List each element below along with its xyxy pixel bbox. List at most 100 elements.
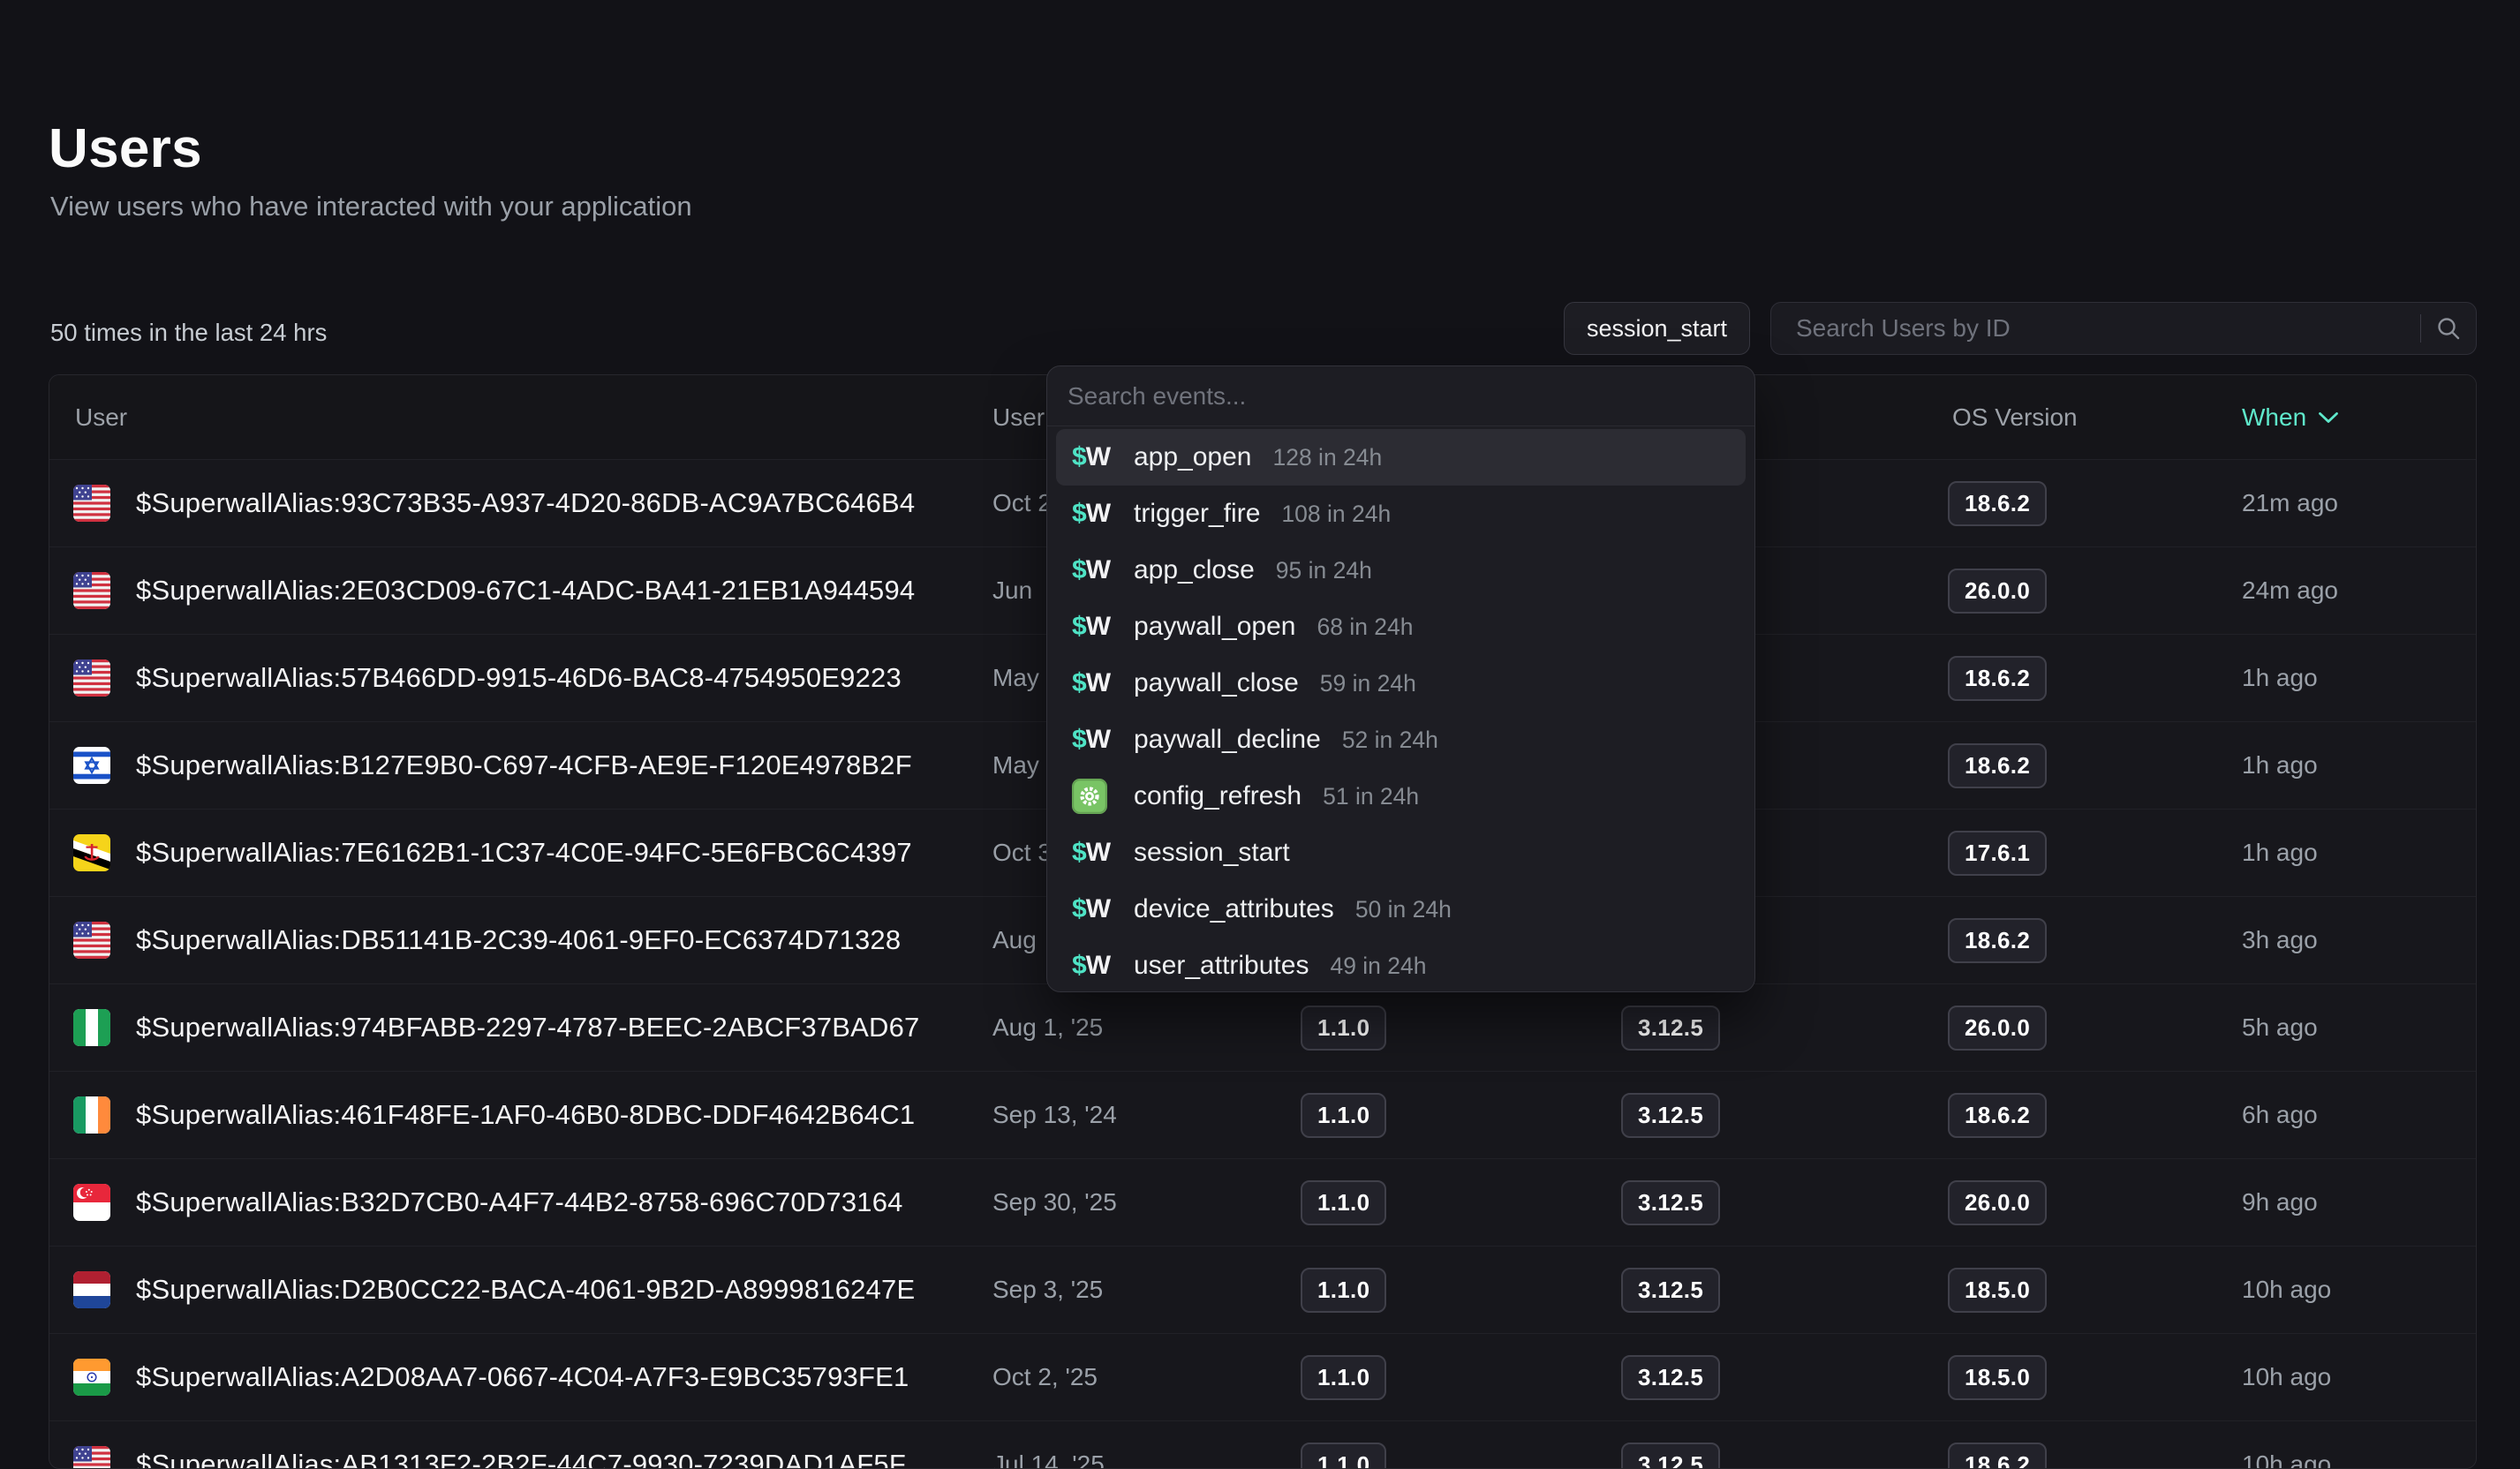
event-option-config_refresh[interactable]: config_refresh51 in 24h [1056, 768, 1746, 825]
country-flag-ie-icon [73, 1096, 110, 1134]
app-version-badge: 3.12.5 [1621, 1355, 1720, 1400]
superwall-icon-wrap: $W [1072, 838, 1113, 868]
when-cell: 1h ago [2242, 751, 2476, 780]
user-created-date: Jun [992, 576, 1032, 604]
app-version-cell: 3.12.5 [1621, 1180, 1948, 1225]
superwall-event-icon: $W [1072, 725, 1110, 755]
table-row[interactable]: $SuperwallAlias:AB1313F2-2B2F-44C7-9930-… [49, 1420, 2476, 1469]
user-id: $SuperwallAlias:B127E9B0-C697-4CFB-AE9E-… [136, 750, 912, 781]
last-seen: 21m ago [2242, 489, 2338, 516]
last-seen: 3h ago [2242, 926, 2318, 953]
when-cell: 10h ago [2242, 1450, 2476, 1469]
user-cell: $SuperwallAlias:A2D08AA7-0667-4C04-A7F3-… [49, 1359, 992, 1396]
os-version-badge: 18.6.2 [1948, 743, 2047, 788]
country-flag-ng-icon [73, 1009, 110, 1046]
user-cell: $SuperwallAlias:B127E9B0-C697-4CFB-AE9E-… [49, 747, 992, 784]
superwall-icon-wrap: $W [1072, 499, 1113, 529]
user-id: $SuperwallAlias:AB1313F2-2B2F-44C7-9930-… [136, 1449, 906, 1469]
table-row[interactable]: $SuperwallAlias:974BFABB-2297-4787-BEEC-… [49, 983, 2476, 1071]
event-name: paywall_close [1134, 668, 1299, 698]
user-created-date: Oct 3 [992, 839, 1052, 866]
last-seen: 24m ago [2242, 576, 2338, 604]
event-option-paywall_close[interactable]: $Wpaywall_close59 in 24h [1056, 655, 1746, 712]
event-option-device_attributes[interactable]: $Wdevice_attributes50 in 24h [1056, 881, 1746, 938]
os-version-badge: 18.5.0 [1948, 1268, 2047, 1313]
event-count: 49 in 24h [1330, 953, 1426, 980]
column-header-when[interactable]: When [2242, 403, 2476, 432]
event-option-user_attributes[interactable]: $Wuser_attributes49 in 24h [1056, 938, 1746, 992]
country-flag-il-icon [73, 747, 110, 784]
superwall-event-icon: $W [1072, 951, 1110, 981]
event-name: paywall_decline [1134, 725, 1321, 755]
user-cell: $SuperwallAlias:2E03CD09-67C1-4ADC-BA41-… [49, 572, 992, 609]
when-cell: 21m ago [2242, 489, 2476, 517]
user-id: $SuperwallAlias:974BFABB-2297-4787-BEEC-… [136, 1012, 919, 1043]
user-id: $SuperwallAlias:A2D08AA7-0667-4C04-A7F3-… [136, 1361, 909, 1393]
sdk-version-badge: 1.1.0 [1301, 1006, 1386, 1051]
os-version-cell: 18.5.0 [1948, 1268, 2242, 1313]
user-search-box [1770, 302, 2477, 355]
user-created-cell: Aug 1, '25 [992, 1013, 1301, 1042]
country-flag-us-icon [73, 572, 110, 609]
country-flag-bn-icon [73, 834, 110, 871]
event-name: trigger_fire [1134, 499, 1260, 529]
events-dropdown: $Wapp_open128 in 24h$Wtrigger_fire108 in… [1046, 365, 1755, 992]
os-version-cell: 26.0.0 [1948, 569, 2242, 614]
when-cell: 9h ago [2242, 1188, 2476, 1217]
when-cell: 24m ago [2242, 576, 2476, 605]
event-name: config_refresh [1134, 781, 1301, 811]
user-created-date: May [992, 664, 1039, 691]
user-cell: $SuperwallAlias:974BFABB-2297-4787-BEEC-… [49, 1009, 992, 1046]
user-cell: $SuperwallAlias:57B466DD-9915-46D6-BAC8-… [49, 659, 992, 697]
user-id: $SuperwallAlias:2E03CD09-67C1-4ADC-BA41-… [136, 575, 915, 606]
event-option-session_start[interactable]: $W session_start [1056, 825, 1746, 881]
last-seen: 10h ago [2242, 1363, 2331, 1390]
event-option-app_close[interactable]: $Wapp_close95 in 24h [1056, 542, 1746, 599]
app-version-cell: 3.12.5 [1621, 1355, 1948, 1400]
superwall-icon-wrap: $W [1072, 612, 1113, 642]
event-name: session_start [1134, 838, 1290, 868]
event-filter-button[interactable]: session_start [1564, 302, 1750, 355]
os-version-cell: 18.6.2 [1948, 656, 2242, 701]
app-version-badge: 3.12.5 [1621, 1268, 1720, 1313]
event-count: 59 in 24h [1320, 670, 1416, 697]
sdk-version-badge: 1.1.0 [1301, 1268, 1386, 1313]
search-events-input[interactable] [1047, 366, 1754, 426]
table-row[interactable]: $SuperwallAlias:B32D7CB0-A4F7-44B2-8758-… [49, 1158, 2476, 1246]
when-cell: 1h ago [2242, 664, 2476, 692]
event-option-app_open[interactable]: $Wapp_open128 in 24h [1056, 429, 1746, 486]
user-id: $SuperwallAlias:93C73B35-A937-4D20-86DB-… [136, 487, 915, 519]
user-cell: $SuperwallAlias:B32D7CB0-A4F7-44B2-8758-… [49, 1184, 992, 1221]
events-list: $Wapp_open128 in 24h$Wtrigger_fire108 in… [1047, 426, 1754, 992]
os-version-cell: 26.0.0 [1948, 1006, 2242, 1051]
table-row[interactable]: $SuperwallAlias:461F48FE-1AF0-46B0-8DBC-… [49, 1071, 2476, 1158]
user-id: $SuperwallAlias:DB51141B-2C39-4061-9EF0-… [136, 924, 901, 956]
superwall-event-icon: $W [1072, 555, 1110, 585]
os-version-cell: 18.6.2 [1948, 1443, 2242, 1469]
user-id: $SuperwallAlias:D2B0CC22-BACA-4061-9B2D-… [136, 1274, 915, 1306]
superwall-icon-wrap: $W [1072, 894, 1113, 924]
event-option-paywall_decline[interactable]: $Wpaywall_decline52 in 24h [1056, 712, 1746, 768]
when-cell: 10h ago [2242, 1363, 2476, 1391]
user-created-cell: Jul 14, '25 [992, 1450, 1301, 1469]
event-name: app_close [1134, 555, 1255, 585]
os-version-badge: 18.5.0 [1948, 1355, 2047, 1400]
last-seen: 1h ago [2242, 751, 2318, 779]
table-row[interactable]: $SuperwallAlias:D2B0CC22-BACA-4061-9B2D-… [49, 1246, 2476, 1333]
app-version-cell: 3.12.5 [1621, 1443, 1948, 1469]
search-icon[interactable] [2421, 315, 2476, 342]
search-users-input[interactable] [1771, 303, 2420, 354]
when-label: When [2242, 403, 2306, 432]
user-cell: $SuperwallAlias:AB1313F2-2B2F-44C7-9930-… [49, 1446, 992, 1469]
sdk-version-cell: 1.1.0 [1301, 1443, 1621, 1469]
sdk-version-cell: 1.1.0 [1301, 1355, 1621, 1400]
event-option-paywall_open[interactable]: $Wpaywall_open68 in 24h [1056, 599, 1746, 655]
event-option-trigger_fire[interactable]: $Wtrigger_fire108 in 24h [1056, 486, 1746, 542]
os-version-badge: 18.6.2 [1948, 1093, 2047, 1138]
table-row[interactable]: $SuperwallAlias:A2D08AA7-0667-4C04-A7F3-… [49, 1333, 2476, 1420]
when-cell: 10h ago [2242, 1276, 2476, 1304]
user-created-date: Sep 30, '25 [992, 1188, 1117, 1216]
user-created-cell: Sep 13, '24 [992, 1101, 1301, 1129]
user-created-date: May [992, 751, 1039, 779]
user-id: $SuperwallAlias:7E6162B1-1C37-4C0E-94FC-… [136, 837, 912, 869]
